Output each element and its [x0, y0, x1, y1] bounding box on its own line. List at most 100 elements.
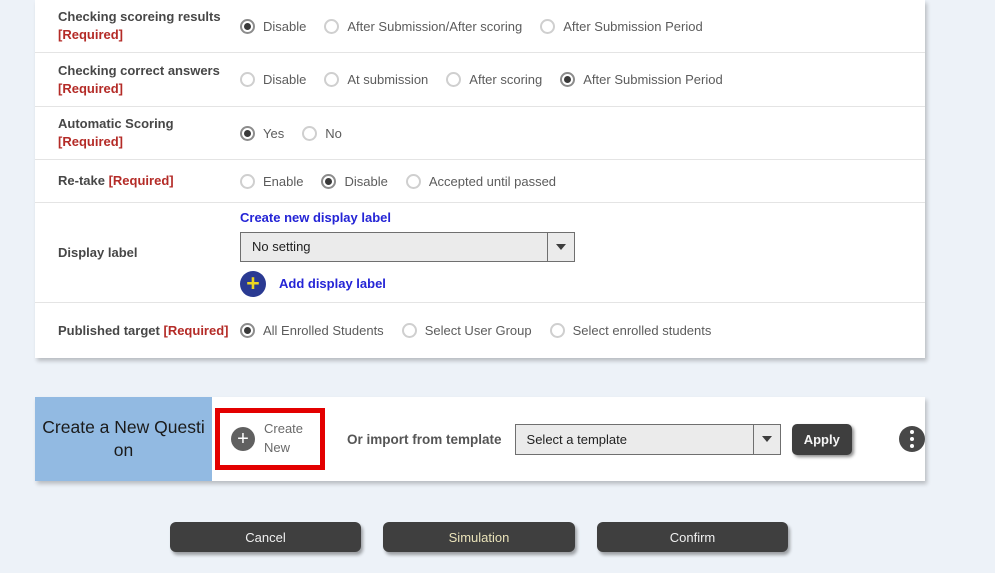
template-select-value: Select a template	[516, 432, 627, 447]
radio-icon	[240, 323, 255, 338]
radio-option-label: After Submission Period	[583, 72, 722, 87]
vertical-dots-icon	[910, 437, 914, 441]
row-label: Checking correct answers [Required]	[35, 62, 240, 97]
required-badge: [Required]	[58, 134, 123, 149]
row-label: Re-take [Required]	[35, 172, 240, 190]
row-display-label: Display label Create new display label N…	[35, 203, 925, 303]
row-label: Checking scoreing results [Required]	[35, 8, 240, 43]
row-label: Automatic Scoring [Required]	[35, 115, 240, 150]
radio-group-retake: Enable Disable Accepted until passed	[240, 174, 556, 189]
radio-option-label: All Enrolled Students	[263, 323, 384, 338]
chevron-down-icon	[762, 436, 772, 442]
radio-icon	[240, 174, 255, 189]
required-badge: [Required]	[163, 323, 228, 338]
dropdown-arrow-button[interactable]	[547, 233, 574, 261]
row-label-text: Automatic Scoring	[58, 116, 174, 131]
radio-option-label: Select User Group	[425, 323, 532, 338]
required-badge: [Required]	[109, 173, 174, 188]
display-label-controls: Create new display label No setting + Ad…	[240, 209, 575, 297]
radio-option-at-submission[interactable]: At submission	[324, 72, 428, 87]
add-display-label-text: Add display label	[279, 276, 386, 291]
radio-icon	[540, 19, 555, 34]
radio-option-accepted-until-passed[interactable]: Accepted until passed	[406, 174, 556, 189]
radio-icon	[560, 72, 575, 87]
radio-icon	[240, 19, 255, 34]
exam-settings-panel: Checking scoreing results [Required] Dis…	[35, 0, 925, 358]
radio-group-published-target: All Enrolled Students Select User Group …	[240, 323, 711, 338]
row-label-text: Checking correct answers	[58, 63, 220, 78]
radio-option-label: No	[325, 126, 342, 141]
create-new-display-label-link[interactable]: Create new display label	[240, 210, 391, 225]
radio-option-label: Accepted until passed	[429, 174, 556, 189]
plus-icon: +	[240, 271, 266, 297]
radio-option-label: Disable	[263, 19, 306, 34]
row-automatic-scoring: Automatic Scoring [Required] Yes No	[35, 107, 925, 160]
radio-option-select-enrolled-students[interactable]: Select enrolled students	[550, 323, 712, 338]
radio-option-label: Disable	[344, 174, 387, 189]
radio-group-automatic-scoring: Yes No	[240, 126, 342, 141]
template-select[interactable]: Select a template	[515, 424, 781, 455]
add-display-label-button[interactable]: + Add display label	[240, 271, 575, 297]
radio-option-yes[interactable]: Yes	[240, 126, 284, 141]
kebab-menu-button[interactable]	[899, 426, 925, 452]
radio-option-after-scoring[interactable]: After scoring	[446, 72, 542, 87]
radio-option-after-submission-after-scoring[interactable]: After Submission/After scoring	[324, 19, 522, 34]
row-label-text: Published target	[58, 323, 160, 338]
row-label: Display label	[35, 244, 240, 262]
display-label-select[interactable]: No setting	[240, 232, 575, 262]
radio-icon	[321, 174, 336, 189]
radio-option-label: After Submission Period	[563, 19, 702, 34]
row-retake: Re-take [Required] Enable Disable Accept…	[35, 160, 925, 203]
radio-option-disable[interactable]: Disable	[321, 174, 387, 189]
apply-button[interactable]: Apply	[792, 424, 852, 455]
radio-icon	[324, 72, 339, 87]
import-from-template-label: Or import from template	[347, 432, 502, 447]
radio-option-all-enrolled-students[interactable]: All Enrolled Students	[240, 323, 384, 338]
radio-option-label: Select enrolled students	[573, 323, 712, 338]
radio-icon	[550, 323, 565, 338]
radio-icon	[324, 19, 339, 34]
radio-option-no[interactable]: No	[302, 126, 342, 141]
create-question-panel: Create a New Question + Create New Or im…	[35, 397, 925, 481]
create-new-button-label: Create New	[264, 420, 312, 458]
create-new-highlight-box: + Create New	[215, 408, 325, 470]
simulation-button[interactable]: Simulation	[383, 522, 575, 552]
radio-option-enable[interactable]: Enable	[240, 174, 303, 189]
radio-icon	[302, 126, 317, 141]
cancel-button[interactable]: Cancel	[170, 522, 361, 552]
radio-option-select-user-group[interactable]: Select User Group	[402, 323, 532, 338]
radio-option-after-submission-period[interactable]: After Submission Period	[540, 19, 702, 34]
create-new-button[interactable]: + Create New	[220, 420, 312, 458]
display-label-select-value: No setting	[241, 239, 311, 254]
row-label-text: Checking scoreing results	[58, 9, 221, 24]
row-checking-correct-answers: Checking correct answers [Required] Disa…	[35, 53, 925, 107]
dropdown-arrow-button[interactable]	[753, 425, 780, 454]
radio-option-label: After Submission/After scoring	[347, 19, 522, 34]
section-title: Create a New Question	[35, 397, 212, 481]
radio-option-label: Yes	[263, 126, 284, 141]
required-badge: [Required]	[58, 81, 123, 96]
radio-option-after-submission-period[interactable]: After Submission Period	[560, 72, 722, 87]
row-published-target: Published target [Required] All Enrolled…	[35, 303, 925, 358]
radio-icon	[402, 323, 417, 338]
radio-group-correct-answers: Disable At submission After scoring Afte…	[240, 72, 723, 87]
row-checking-scoring-results: Checking scoreing results [Required] Dis…	[35, 0, 925, 53]
radio-option-label: At submission	[347, 72, 428, 87]
radio-icon	[240, 126, 255, 141]
radio-option-disable[interactable]: Disable	[240, 72, 306, 87]
radio-icon	[446, 72, 461, 87]
required-badge: [Required]	[58, 27, 123, 42]
row-label-text: Re-take	[58, 173, 105, 188]
radio-icon	[240, 72, 255, 87]
radio-icon	[406, 174, 421, 189]
row-label-text: Display label	[58, 245, 137, 260]
chevron-down-icon	[556, 244, 566, 250]
row-label: Published target [Required]	[35, 322, 240, 340]
radio-group-scoring-results: Disable After Submission/After scoring A…	[240, 19, 703, 34]
confirm-button[interactable]: Confirm	[597, 522, 788, 552]
radio-option-label: Disable	[263, 72, 306, 87]
radio-option-label: Enable	[263, 174, 303, 189]
radio-option-label: After scoring	[469, 72, 542, 87]
radio-option-disable[interactable]: Disable	[240, 19, 306, 34]
plus-icon: +	[231, 427, 255, 451]
